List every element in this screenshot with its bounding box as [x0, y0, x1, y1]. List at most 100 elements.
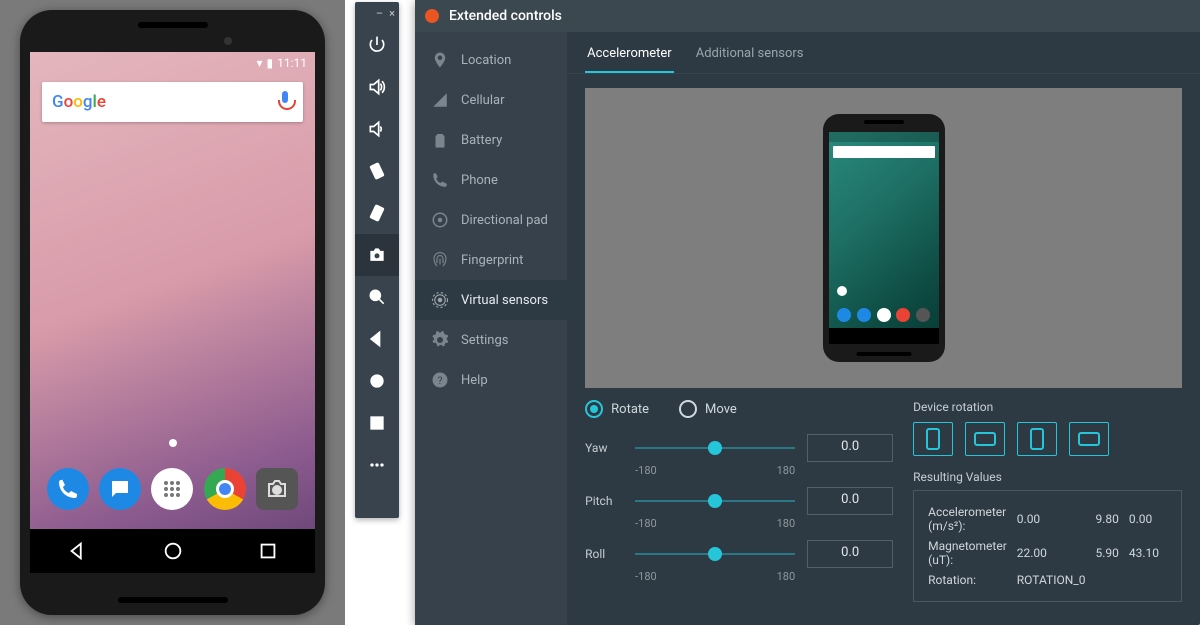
sidebar-item-location[interactable]: Location: [415, 40, 567, 80]
dock-phone-icon[interactable]: [47, 468, 89, 510]
battery-icon: [431, 131, 449, 149]
volume-up-button[interactable]: [355, 66, 399, 108]
emulator-panel: ▾ ▮ 11:11 Google: [0, 0, 345, 625]
nav-back-icon[interactable]: [67, 540, 89, 562]
close-icon[interactable]: [425, 9, 439, 23]
dock: [30, 461, 315, 517]
sensors-icon: [431, 291, 449, 309]
dock-chrome-icon[interactable]: [204, 468, 246, 510]
dock-camera-icon[interactable]: [256, 468, 298, 510]
signal-icon: ▾: [256, 56, 262, 70]
rotation-portrait-reverse-button[interactable]: [1017, 422, 1057, 456]
extended-sidebar: Location Cellular Battery Phone Directional …: [415, 32, 567, 625]
sidebar-item-cellular[interactable]: Cellular: [415, 80, 567, 120]
tab-additional-sensors[interactable]: Additional sensors: [694, 46, 806, 73]
emulator-device-frame: ▾ ▮ 11:11 Google: [20, 10, 325, 615]
fingerprint-icon: [431, 251, 449, 269]
pitch-label: Pitch: [585, 494, 623, 508]
result-value: 5.90: [1095, 537, 1126, 569]
roll-value-input[interactable]: 0.0: [807, 540, 893, 568]
results-label: Resulting Values: [913, 470, 1182, 484]
rotation-portrait-button[interactable]: [913, 422, 953, 456]
page-indicator: [169, 439, 177, 447]
rotate-radio[interactable]: Rotate: [585, 400, 649, 418]
pitch-slider[interactable]: [635, 491, 795, 511]
sidebar-item-label: Fingerprint: [461, 253, 523, 268]
yaw-label: Yaw: [585, 441, 623, 455]
screenshot-button[interactable]: [355, 234, 399, 276]
sidebar-item-label: Phone: [461, 173, 498, 188]
svg-text:?: ?: [438, 374, 443, 387]
device-rotation-label: Device rotation: [913, 400, 1182, 414]
yaw-slider[interactable]: [635, 438, 795, 458]
extended-controls-window: Extended controls Location Cellular Batter…: [415, 0, 1200, 625]
home-button[interactable]: [355, 360, 399, 402]
sidebar-item-label: Virtual sensors: [461, 293, 548, 308]
sidebar-item-settings[interactable]: Settings: [415, 320, 567, 360]
settings-icon: [431, 331, 449, 349]
rotate-right-button[interactable]: [355, 192, 399, 234]
zoom-button[interactable]: [355, 276, 399, 318]
overview-button[interactable]: [355, 402, 399, 444]
sidebar-item-label: Location: [461, 53, 511, 68]
yaw-value-input[interactable]: 0.0: [807, 434, 893, 462]
dock-messages-icon[interactable]: [99, 468, 141, 510]
preview-device[interactable]: [823, 114, 945, 362]
result-value: 22.00: [1017, 537, 1094, 569]
clock-text: 11:11: [277, 56, 307, 70]
volume-down-button[interactable]: [355, 108, 399, 150]
battery-icon: ▮: [267, 56, 274, 70]
device-preview[interactable]: [585, 88, 1182, 388]
sidebar-item-phone[interactable]: Phone: [415, 160, 567, 200]
nav-home-icon[interactable]: [162, 540, 184, 562]
back-button[interactable]: [355, 318, 399, 360]
sidebar-item-label: Cellular: [461, 93, 504, 108]
google-logo: Google: [52, 92, 106, 112]
sidebar-item-label: Battery: [461, 133, 502, 148]
nav-bar: [30, 529, 315, 573]
result-value: ROTATION_0: [1017, 571, 1094, 589]
sensor-tabs: Accelerometer Additional sensors: [567, 32, 1200, 74]
result-name: Rotation:: [928, 571, 1015, 589]
result-value: 43.10: [1129, 537, 1167, 569]
phone-icon: [431, 171, 449, 189]
sidebar-item-battery[interactable]: Battery: [415, 120, 567, 160]
mic-icon[interactable]: [277, 91, 293, 113]
roll-label: Roll: [585, 547, 623, 561]
sidebar-item-label: Settings: [461, 333, 508, 348]
more-button[interactable]: [355, 444, 399, 486]
help-icon: ?: [431, 371, 449, 389]
results-box: Accelerometer (m/s²):0.009.800.00Magneto…: [913, 490, 1182, 602]
emulator-toolbar: –×: [355, 2, 399, 518]
status-bar: ▾ ▮ 11:11: [30, 52, 315, 74]
sidebar-item-dpad[interactable]: Directional pad: [415, 200, 567, 240]
sidebar-item-sensors[interactable]: Virtual sensors: [415, 280, 567, 320]
rotation-landscape-right-button[interactable]: [1069, 422, 1109, 456]
sidebar-item-label: Help: [461, 373, 488, 388]
dpad-icon: [431, 211, 449, 229]
close-x-icon[interactable]: ×: [389, 7, 395, 20]
toolbar-window-controls[interactable]: –×: [355, 2, 399, 24]
cellular-icon: [431, 91, 449, 109]
nav-overview-icon[interactable]: [257, 540, 279, 562]
result-name: Accelerometer (m/s²):: [928, 503, 1015, 535]
minimize-icon[interactable]: –: [376, 7, 383, 20]
result-value: 0.00: [1017, 503, 1094, 535]
sidebar-item-fingerprint[interactable]: Fingerprint: [415, 240, 567, 280]
rotation-landscape-left-button[interactable]: [965, 422, 1005, 456]
dock-apps-icon[interactable]: [151, 468, 193, 510]
extended-controls-titlebar[interactable]: Extended controls: [415, 0, 1200, 32]
sidebar-item-label: Directional pad: [461, 213, 548, 228]
move-radio[interactable]: Move: [679, 400, 737, 418]
power-button[interactable]: [355, 24, 399, 66]
emulator-screen[interactable]: ▾ ▮ 11:11 Google: [30, 52, 315, 573]
roll-slider[interactable]: [635, 544, 795, 564]
pitch-value-input[interactable]: 0.0: [807, 487, 893, 515]
rotate-left-button[interactable]: [355, 150, 399, 192]
google-search-bar[interactable]: Google: [42, 82, 303, 122]
result-value: 0.00: [1129, 503, 1167, 535]
location-icon: [431, 51, 449, 69]
tab-accelerometer[interactable]: Accelerometer: [585, 46, 674, 73]
window-title: Extended controls: [449, 8, 562, 24]
sidebar-item-help[interactable]: ? Help: [415, 360, 567, 400]
